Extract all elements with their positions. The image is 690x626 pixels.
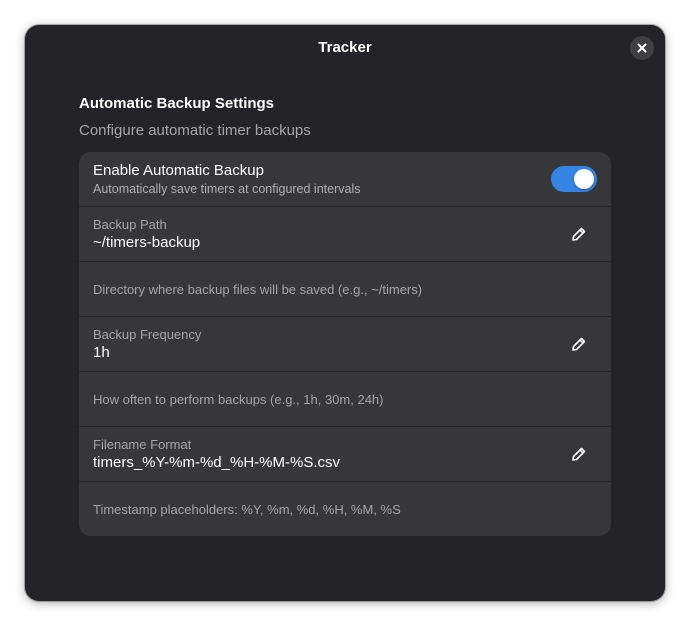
edit-backup-path-button[interactable] bbox=[565, 220, 593, 248]
enable-backup-subtitle: Automatically save timers at configured … bbox=[93, 182, 361, 196]
filename-format-help-row: Timestamp placeholders: %Y, %m, %d, %H, … bbox=[79, 482, 611, 536]
backup-path-value: ~/timers-backup bbox=[93, 234, 201, 251]
pencil-icon bbox=[572, 447, 586, 461]
dialog-window: Tracker Automatic Backup Settings Config… bbox=[25, 25, 665, 601]
enable-backup-row[interactable]: Enable Automatic Backup Automatically sa… bbox=[79, 152, 611, 207]
close-icon bbox=[637, 43, 647, 53]
window-title: Tracker bbox=[318, 39, 372, 56]
titlebar: Tracker bbox=[25, 25, 665, 71]
pencil-icon bbox=[572, 337, 586, 351]
filename-format-value: timers_%Y-%m-%d_%H-%M-%S.csv bbox=[93, 454, 340, 471]
backup-path-caption: Backup Path bbox=[93, 217, 167, 232]
backup-frequency-caption: Backup Frequency bbox=[93, 327, 202, 342]
group-description: Configure automatic timer backups bbox=[79, 122, 311, 139]
settings-list: Enable Automatic Backup Automatically sa… bbox=[79, 152, 611, 536]
edit-backup-frequency-button[interactable] bbox=[565, 330, 593, 358]
switch-knob bbox=[574, 169, 594, 189]
pencil-icon bbox=[572, 227, 586, 241]
enable-backup-switch[interactable] bbox=[551, 166, 597, 192]
close-button[interactable] bbox=[630, 36, 654, 60]
backup-path-help-row: Directory where backup files will be sav… bbox=[79, 262, 611, 317]
group-title: Automatic Backup Settings bbox=[79, 95, 275, 112]
edit-filename-format-button[interactable] bbox=[565, 440, 593, 468]
enable-backup-title: Enable Automatic Backup bbox=[93, 162, 264, 179]
backup-frequency-help: How often to perform backups (e.g., 1h, … bbox=[93, 392, 384, 407]
backup-path-help: Directory where backup files will be sav… bbox=[93, 282, 423, 297]
backup-frequency-row: Backup Frequency 1h bbox=[79, 317, 611, 372]
backup-frequency-help-row: How often to perform backups (e.g., 1h, … bbox=[79, 372, 611, 427]
filename-format-help: Timestamp placeholders: %Y, %m, %d, %H, … bbox=[93, 502, 401, 517]
backup-path-row: Backup Path ~/timers-backup bbox=[79, 207, 611, 262]
filename-format-caption: Filename Format bbox=[93, 437, 192, 452]
filename-format-row: Filename Format timers_%Y-%m-%d_%H-%M-%S… bbox=[79, 427, 611, 482]
backup-frequency-value: 1h bbox=[93, 344, 110, 361]
